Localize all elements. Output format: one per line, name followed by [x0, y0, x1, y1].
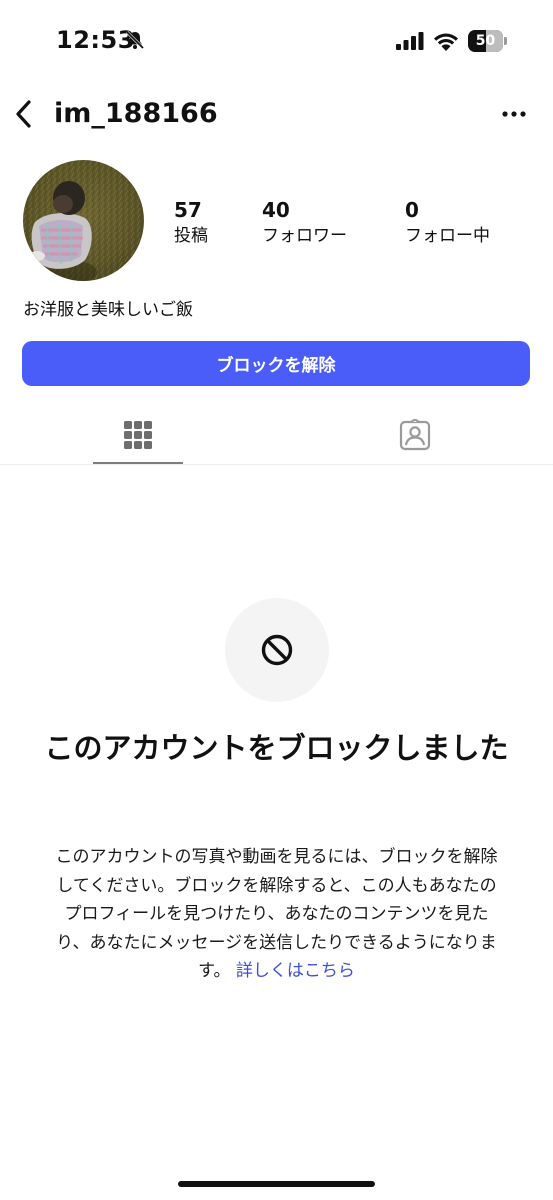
tabs-divider	[0, 464, 553, 465]
battery-percent: 50	[475, 33, 496, 49]
tagged-person-icon	[399, 419, 431, 451]
followers-label: フォロワー	[262, 226, 347, 246]
more-options-button[interactable]	[496, 100, 532, 128]
followers-stat[interactable]: 40 フォロワー	[262, 198, 347, 250]
page-title-username: im_188166	[54, 98, 218, 129]
battery-icon: 50	[468, 30, 508, 52]
unblock-button[interactable]: ブロックを解除	[22, 341, 530, 386]
following-label: フォロー中	[405, 226, 490, 246]
block-icon	[261, 634, 293, 666]
followers-count: 40	[262, 198, 290, 222]
blocked-description-block: このアカウントの写真や動画を見るには、ブロックを解除してください。ブロックを解除…	[52, 843, 501, 986]
following-stat[interactable]: 0 フォロー中	[405, 198, 490, 250]
wifi-icon	[434, 33, 458, 51]
posts-stat[interactable]: 57 投稿	[174, 198, 208, 250]
posts-count: 57	[174, 198, 202, 222]
learn-more-link[interactable]: 詳しくはこちら	[236, 961, 355, 981]
blocked-title: このアカウントをブロックしました	[44, 731, 509, 765]
tab-tagged[interactable]	[370, 406, 460, 464]
signal-icon	[396, 32, 424, 50]
block-icon-container	[225, 598, 329, 702]
profile-bio: お洋服と美味しいご飯	[23, 300, 193, 320]
avatar[interactable]	[23, 160, 144, 281]
bell-slash-icon	[125, 30, 145, 50]
more-horizontal-icon	[502, 111, 526, 117]
back-button[interactable]	[8, 96, 40, 132]
tab-grid[interactable]	[93, 406, 183, 464]
status-bar: 12:53 50	[0, 0, 553, 84]
grid-icon	[124, 421, 152, 449]
home-indicator	[178, 1181, 375, 1187]
following-count: 0	[405, 198, 419, 222]
chevron-left-icon	[16, 100, 31, 128]
posts-label: 投稿	[174, 226, 208, 246]
